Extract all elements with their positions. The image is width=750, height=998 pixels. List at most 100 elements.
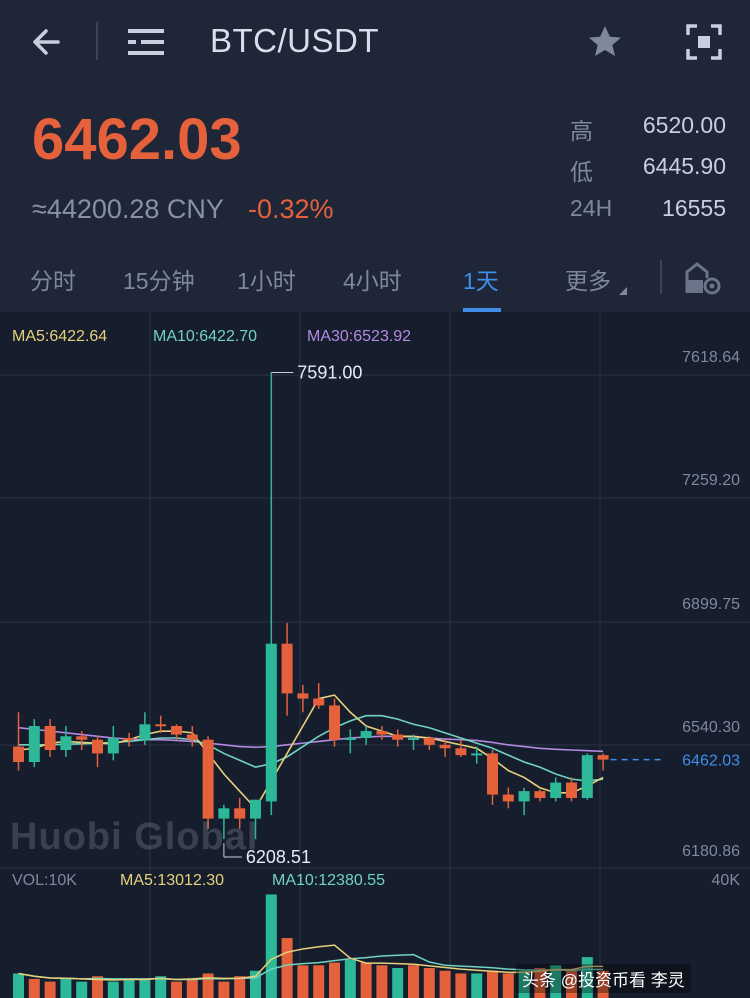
candle-body — [487, 753, 498, 795]
candle-body — [60, 736, 72, 750]
kline-chart[interactable]: 7618.64 7259.20 6899.75 6540.30 6180.86 7591.… — [0, 312, 750, 998]
y-tick-label: 7259.20 — [682, 472, 740, 489]
high-value: 6520.00 — [642, 112, 726, 138]
candle-body — [581, 755, 593, 799]
max-price-annotation: 7591.00 — [297, 362, 362, 382]
chart-settings-icon[interactable] — [684, 260, 722, 296]
low-label: 低 — [570, 159, 593, 185]
y-tick-label: 7618.64 — [682, 349, 740, 366]
volume-bar — [186, 978, 198, 998]
volume-bar — [76, 981, 88, 998]
candle-body — [518, 791, 530, 802]
candle-body — [76, 736, 88, 740]
tab-1day[interactable]: 1天 — [463, 262, 499, 296]
candle-body — [13, 746, 24, 763]
back-arrow-icon[interactable] — [28, 22, 68, 62]
candle-body — [502, 794, 514, 802]
volume-bar — [123, 978, 135, 998]
ma5-line — [18, 694, 604, 810]
candle-body — [155, 724, 167, 727]
volume-bar — [455, 973, 467, 998]
fullscreen-icon[interactable] — [684, 22, 724, 62]
volume-bar — [107, 981, 119, 998]
tab-15min[interactable]: 15分钟 — [123, 262, 195, 296]
price-summary: 6462.03 ≈44200.28 CNY -0.32% 高 6520.00 低… — [0, 84, 750, 244]
top-bar: BTC/USDT — [0, 0, 750, 84]
volume-bar — [250, 970, 261, 998]
timeframe-tabs: 分时 15分钟 1小时 4小时 1天 更多 — [0, 244, 750, 312]
candle-body — [566, 782, 577, 799]
tab-4hour[interactable]: 4小时 — [343, 262, 402, 296]
candle-body — [392, 734, 404, 740]
tab-timeline[interactable]: 分时 — [30, 262, 76, 296]
candle-body — [186, 734, 198, 740]
y-tick-label: 6899.75 — [682, 596, 740, 613]
tab-divider — [660, 260, 662, 294]
source-watermark: 头条 @投资币看 李灵 — [516, 964, 691, 993]
candle-body — [139, 724, 151, 740]
volume-bar — [439, 970, 451, 998]
volume-bar — [234, 976, 246, 998]
volume-bar — [297, 965, 309, 998]
volume-bar — [281, 938, 293, 998]
tab-more[interactable]: 更多 — [565, 262, 628, 296]
vol24-label: 24H — [570, 195, 613, 221]
ma10-legend: MA10:6422.70 — [153, 328, 258, 345]
high-label: 高 — [570, 118, 593, 144]
volume-bar — [329, 962, 340, 998]
ma10-line — [18, 714, 604, 782]
volume-bar — [139, 978, 151, 998]
candle-body — [313, 698, 325, 706]
kline-svg: 7618.64 7259.20 6899.75 6540.30 6180.86 7591.… — [0, 312, 750, 998]
candle-body — [123, 737, 135, 740]
exchange-watermark: Huobi Global — [10, 816, 259, 858]
volume-bar — [392, 968, 404, 998]
candle-body — [455, 748, 467, 756]
tab-more-label: 更多 — [565, 268, 611, 294]
volume-bar — [408, 965, 419, 998]
vol24-value: 16555 — [662, 195, 726, 221]
pair-title[interactable]: BTC/USDT — [210, 22, 379, 60]
header-divider — [96, 22, 98, 60]
volume-bar — [487, 970, 498, 998]
volume-bar — [60, 978, 72, 998]
volume-bar — [171, 981, 182, 998]
volume-bar — [13, 973, 24, 998]
volume-scale: 40K — [711, 872, 740, 889]
low-value: 6445.90 — [642, 153, 726, 179]
candle-body — [297, 693, 309, 699]
volume-bar — [360, 962, 372, 998]
volume-ma5-legend: MA5:13012.30 — [120, 872, 225, 889]
volume-bar — [502, 973, 514, 998]
dropdown-triangle-icon — [619, 287, 628, 295]
ma30-line — [18, 726, 604, 753]
y-tick-label: 6180.86 — [682, 843, 740, 860]
volume-bar — [313, 965, 325, 998]
star-icon[interactable] — [585, 22, 625, 62]
cny-price: ≈44200.28 CNY — [32, 194, 224, 224]
candle-body — [344, 737, 356, 740]
candle-body — [329, 705, 340, 740]
menu-icon[interactable] — [125, 22, 167, 62]
volume-bar — [471, 973, 483, 998]
candle-body — [265, 643, 277, 802]
ma5-legend: MA5:6422.64 — [12, 328, 108, 345]
last-price: 6462.03 — [32, 107, 242, 172]
candle-body — [408, 737, 419, 740]
volume-ma10-legend: MA10:12380.55 — [272, 872, 385, 889]
candle-body — [423, 737, 435, 745]
tab-1hour[interactable]: 1小时 — [237, 262, 296, 296]
volume-bar — [265, 894, 277, 998]
volume-bar — [376, 965, 388, 998]
volume-bar — [44, 981, 56, 998]
candle-body — [439, 744, 451, 749]
volume-bar — [28, 978, 40, 998]
candle-body — [171, 725, 182, 735]
current-price-tag: 6462.03 — [682, 753, 740, 770]
candle-body — [550, 782, 562, 799]
candle-body — [202, 739, 214, 819]
candle-body — [107, 737, 119, 754]
candle-body — [597, 755, 609, 760]
candle-body — [534, 791, 546, 799]
volume-bar — [423, 968, 435, 998]
